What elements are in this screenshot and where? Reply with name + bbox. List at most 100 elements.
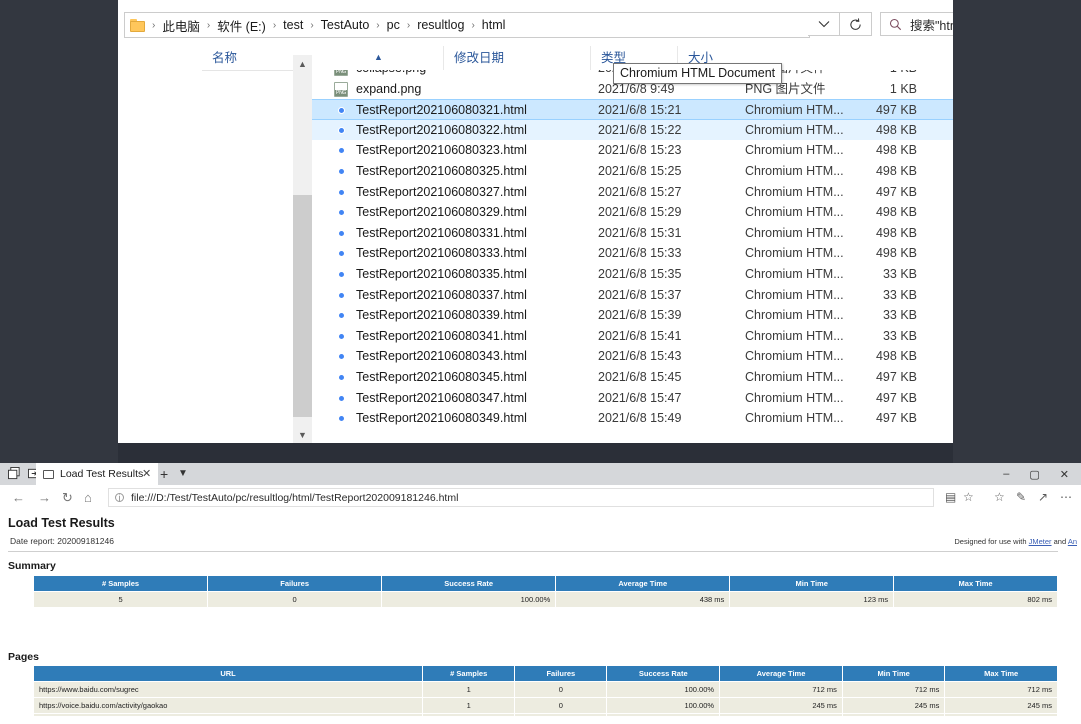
chromium-file-icon xyxy=(334,308,349,323)
file-row[interactable]: TestReport202106080322.html 2021/6/8 15:2… xyxy=(312,119,953,141)
address-bar-input[interactable]: i file:///D:/Test/TestAuto/pc/resultlog/… xyxy=(108,488,934,507)
file-modified-date: 2021/6/8 15:22 xyxy=(598,122,682,137)
file-list[interactable]: PNGcollapse.png2021/6/8 9:48PNG 图片文件1 KB… xyxy=(312,70,953,443)
close-icon[interactable]: ✕ xyxy=(142,463,151,485)
maximize-button[interactable]: ▢ xyxy=(1029,468,1039,481)
file-modified-date: 2021/6/8 15:45 xyxy=(598,369,682,384)
chromium-file-icon xyxy=(334,185,349,200)
breadcrumb-item-6[interactable]: html xyxy=(481,18,507,32)
breadcrumb-item-4[interactable]: pc xyxy=(386,18,401,32)
file-row[interactable]: TestReport202106080329.html 2021/6/8 15:2… xyxy=(312,202,953,223)
address-dropdown-button[interactable] xyxy=(808,12,840,36)
file-modified-date: 2021/6/8 15:37 xyxy=(598,287,682,302)
info-icon[interactable]: i xyxy=(115,493,124,503)
browser-tab[interactable]: Load Test Results xyxy=(36,463,158,485)
star-plus-icon[interactable]: ☆ xyxy=(994,490,1005,504)
plus-icon[interactable]: + xyxy=(160,463,168,485)
reading-view-icon[interactable]: ▤ xyxy=(945,490,956,504)
refresh-icon[interactable]: ↻ xyxy=(62,489,73,506)
table-cell: https://voice.baidu.com/activity/gaokao xyxy=(32,697,424,714)
arrow-left-icon[interactable]: ← xyxy=(12,489,25,506)
ellipsis-icon[interactable]: ⋯ xyxy=(1060,490,1072,504)
column-header: Success Rate xyxy=(381,575,557,592)
table-header-row: URL # Samples Failures Success Rate Average … xyxy=(32,665,1058,682)
summary-table: # Samples Failures Success Rate Average Tim… xyxy=(32,575,1058,608)
file-modified-date: 2021/6/8 15:41 xyxy=(598,328,682,343)
table-cell: 123 ms xyxy=(729,591,895,608)
close-button[interactable]: ✕ xyxy=(1060,468,1069,481)
file-modified-date: 2021/6/8 15:47 xyxy=(598,390,682,405)
pen-icon[interactable]: ✎ xyxy=(1016,490,1026,504)
file-modified-date: 2021/6/8 15:35 xyxy=(598,266,682,281)
chromium-file-icon xyxy=(334,205,349,220)
address-bar[interactable]: › 此电脑 › 软件 (E:) › test › TestAuto › pc ›… xyxy=(124,12,810,38)
tab-preview-icon[interactable] xyxy=(7,467,22,481)
file-size: 498 KB xyxy=(875,205,917,220)
scroll-up-button[interactable]: ▲ xyxy=(293,55,312,72)
scroll-down-button[interactable]: ▼ xyxy=(293,426,312,443)
file-type-tooltip: Chromium HTML Document xyxy=(613,63,783,84)
star-icon[interactable]: ☆ xyxy=(963,490,974,504)
column-header-row: 名称 修改日期 类型 大小 xyxy=(202,46,953,71)
minimize-button[interactable]: – xyxy=(1003,468,1009,480)
file-row[interactable]: TestReport202106080327.html 2021/6/8 15:2… xyxy=(312,182,953,203)
breadcrumb-item-2[interactable]: test xyxy=(282,18,304,32)
file-row[interactable]: TestReport202106080335.html 2021/6/8 15:3… xyxy=(312,264,953,285)
file-modified-date: 2021/6/8 15:29 xyxy=(598,205,682,220)
breadcrumb-item-5[interactable]: resultlog xyxy=(416,18,465,32)
table-cell: 5 xyxy=(32,591,209,608)
ant-link[interactable]: An xyxy=(1068,537,1077,546)
table-cell: 0 xyxy=(207,591,383,608)
breadcrumb-item-3[interactable]: TestAuto xyxy=(320,18,371,32)
column-header-date[interactable]: 修改日期 xyxy=(444,46,591,70)
arrow-right-icon[interactable]: → xyxy=(38,489,51,506)
sort-ascending-icon: ▲ xyxy=(374,52,383,62)
file-row[interactable]: TestReport202106080343.html 2021/6/8 15:4… xyxy=(312,346,953,367)
browser-toolbar: ← → ↻ ⌂ i file:///D:/Test/TestAuto/pc/re… xyxy=(0,485,1081,511)
file-size: 33 KB xyxy=(882,266,917,281)
table-row: 5 0 100.00% 438 ms 123 ms 802 ms xyxy=(32,591,1058,608)
file-type: Chromium HTM... xyxy=(745,163,844,178)
file-row[interactable]: TestReport202106080347.html 2021/6/8 15:4… xyxy=(312,388,953,409)
file-row[interactable]: TestReport202106080339.html 2021/6/8 15:3… xyxy=(312,305,953,326)
file-explorer-window[interactable]: › 此电脑 › 软件 (E:) › test › TestAuto › pc ›… xyxy=(118,0,1065,443)
file-list-scrollbar[interactable]: ▲ ▼ xyxy=(293,55,312,443)
share-icon[interactable]: ↗ xyxy=(1038,490,1048,504)
chevron-down-icon[interactable]: ▼ xyxy=(178,463,188,485)
file-name: TestReport202106080329.html xyxy=(356,205,527,220)
file-row[interactable]: TestReport202106080337.html 2021/6/8 15:3… xyxy=(312,285,953,306)
chromium-file-icon xyxy=(334,103,349,118)
jmeter-link[interactable]: JMeter xyxy=(1029,537,1052,546)
file-modified-date: 2021/6/8 15:43 xyxy=(598,349,682,364)
file-row[interactable]: TestReport202106080345.html 2021/6/8 15:4… xyxy=(312,367,953,388)
browser-tab-title: Load Test Results xyxy=(60,468,144,480)
file-row[interactable]: TestReport202106080323.html 2021/6/8 15:2… xyxy=(312,140,953,161)
scrollbar-thumb[interactable] xyxy=(293,195,312,417)
column-header: Failures xyxy=(514,665,608,682)
file-size: 498 KB xyxy=(875,143,917,158)
chromium-file-icon xyxy=(334,267,349,282)
table-header-row: # Samples Failures Success Rate Average Tim… xyxy=(32,575,1058,592)
file-row[interactable]: TestReport202106080321.html 2021/6/8 15:2… xyxy=(312,99,953,120)
browser-window[interactable]: Load Test Results ✕ + ▼ – ▢ ✕ ← → ↻ ⌂ i … xyxy=(0,463,1081,724)
file-size: 498 KB xyxy=(875,163,917,178)
designed-prefix: Designed for use with xyxy=(954,537,1029,546)
file-row[interactable]: TestReport202106080349.html 2021/6/8 15:4… xyxy=(312,408,953,429)
table-cell: 245 ms xyxy=(841,697,946,714)
file-modified-date: 2021/6/8 15:25 xyxy=(598,163,682,178)
column-header: Min Time xyxy=(729,575,895,592)
file-type: Chromium HTM... xyxy=(745,225,844,240)
chromium-file-icon xyxy=(334,370,349,385)
breadcrumb-item-1[interactable]: 软件 (E:) xyxy=(216,16,267,35)
file-row[interactable]: TestReport202106080331.html 2021/6/8 15:3… xyxy=(312,223,953,244)
breadcrumb-item-0[interactable]: 此电脑 xyxy=(161,16,201,35)
file-type: Chromium HTM... xyxy=(745,266,844,281)
column-header-name[interactable]: 名称 xyxy=(202,46,444,70)
home-icon[interactable]: ⌂ xyxy=(84,489,92,506)
file-row[interactable]: TestReport202106080333.html 2021/6/8 15:3… xyxy=(312,243,953,264)
column-header: Max Time xyxy=(893,575,1058,592)
breadcrumb-separator-6: › xyxy=(471,19,475,31)
refresh-button[interactable] xyxy=(840,12,872,36)
file-row[interactable]: TestReport202106080341.html 2021/6/8 15:4… xyxy=(312,326,953,347)
file-row[interactable]: TestReport202106080325.html 2021/6/8 15:2… xyxy=(312,161,953,182)
